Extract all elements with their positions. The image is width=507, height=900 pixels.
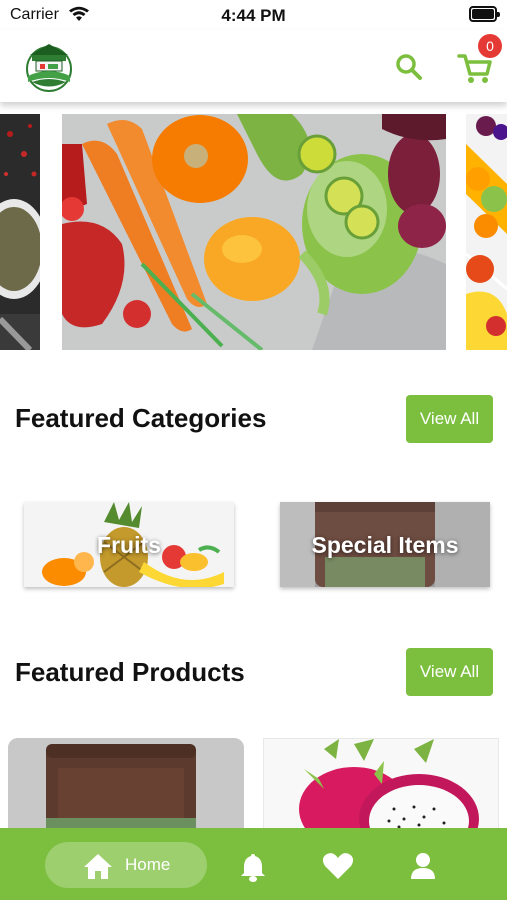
battery-icon [469, 6, 500, 22]
nav-home-tab[interactable]: Home [45, 842, 207, 888]
profile-icon[interactable] [410, 852, 436, 880]
banner-slide-previous[interactable] [0, 114, 40, 350]
banner-carousel[interactable] [0, 112, 507, 352]
cart-count-badge: 0 [478, 34, 502, 58]
categories-view-all-button[interactable]: View All [406, 395, 493, 443]
home-icon [84, 854, 112, 879]
bottom-navigation: Home [0, 828, 507, 900]
bell-icon[interactable] [240, 852, 266, 882]
banner-slide-next[interactable] [466, 114, 507, 350]
heart-icon[interactable] [322, 852, 354, 880]
clock: 4:44 PM [221, 6, 286, 25]
banner-slide-vegetables[interactable] [62, 114, 446, 350]
store-logo[interactable] [24, 38, 74, 92]
vegetables-image [62, 114, 446, 350]
search-icon[interactable] [392, 50, 426, 84]
category-card-special-items[interactable]: Special Items [280, 502, 490, 587]
fruits-image [466, 114, 507, 350]
dragon-fruit-image [264, 739, 498, 837]
category-label: Special Items [311, 532, 459, 558]
app-header: 0 [0, 30, 507, 102]
product-card-honey-jar[interactable] [8, 738, 244, 838]
products-view-all-button[interactable]: View All [406, 648, 493, 696]
honey-jar-image [8, 738, 244, 838]
category-card-fruits[interactable]: Fruits [24, 502, 234, 587]
spices-image [0, 114, 40, 350]
product-card-dragon-fruit[interactable] [263, 738, 499, 838]
status-bar: Carrier 4:44 PM [0, 0, 507, 30]
nav-home-label: Home [125, 855, 171, 874]
featured-categories-title: Featured Categories [15, 403, 267, 433]
featured-products-title: Featured Products [15, 657, 245, 687]
category-label: Fruits [97, 532, 161, 558]
